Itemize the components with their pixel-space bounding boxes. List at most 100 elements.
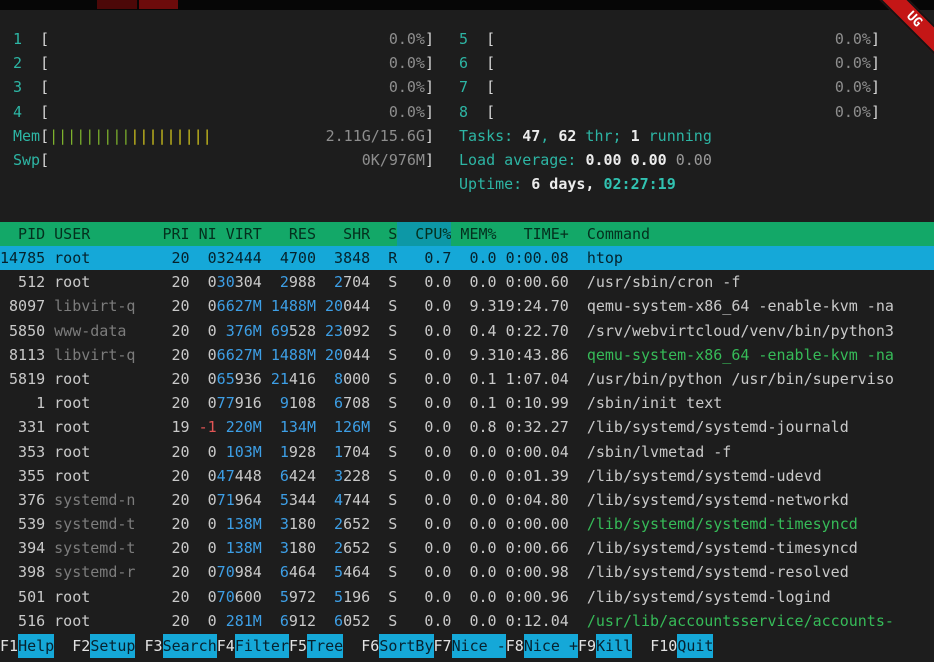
process-row[interactable]: 1root2007791691086708S0.00.10:10.99/sbin… (0, 391, 934, 415)
cell-virt: 220M (217, 415, 262, 439)
cell-s: S (370, 560, 397, 584)
fkey-f6[interactable]: F6SortBy (361, 634, 433, 658)
cell-pri: 20 (135, 343, 189, 367)
fkey-label: Nice + (524, 634, 578, 658)
cell-res: 6912 (262, 609, 316, 633)
column-header-cpu[interactable]: CPU% (397, 222, 451, 246)
cell-mem: 0.0 (451, 488, 496, 512)
cell-res: 5344 (262, 488, 316, 512)
cell-cpu: 0.0 (397, 319, 451, 343)
fkey-f4[interactable]: F4Filter (217, 634, 289, 658)
cell-mem: 0.0 (451, 512, 496, 536)
column-header-ni[interactable]: NI (190, 222, 217, 246)
cell-mem: 0.0 (451, 536, 496, 560)
process-row[interactable]: 516root200281M69126052S0.00.00:12.04/usr… (0, 609, 934, 633)
column-header-res[interactable]: RES (262, 222, 316, 246)
process-row[interactable]: 8113libvirt-q2006627M1488M20044S0.09.310… (0, 343, 934, 367)
cell-command: /lib/systemd/systemd-networkd (587, 488, 934, 512)
process-row[interactable]: 501root2007060059725196S0.00.00:00.96/li… (0, 585, 934, 609)
cell-command: /lib/systemd/systemd-timesyncd (587, 536, 934, 560)
cell-pri: 20 (135, 488, 189, 512)
cell-mem: 0.0 (451, 585, 496, 609)
process-row[interactable]: 394systemd-t200138M31802652S0.00.00:00.6… (0, 536, 934, 560)
process-row[interactable]: 353root200103M19281704S0.00.00:00.04/sbi… (0, 440, 934, 464)
cell-time: 0:00.66 (497, 536, 569, 560)
column-header-mem[interactable]: MEM% (451, 222, 496, 246)
cell-virt: 103M (217, 440, 262, 464)
cell-user: root (54, 367, 135, 391)
cell-user: systemd-t (54, 512, 135, 536)
cpu-meter-7-value: 0.0% (835, 75, 871, 99)
cell-s: S (370, 609, 397, 633)
column-header-pid[interactable]: PID (0, 222, 45, 246)
fkey-f8[interactable]: F8Nice + (506, 634, 578, 658)
cell-user: www-data (54, 319, 135, 343)
process-row[interactable]: 331root19-1220M134M126MS0.00.80:32.27/li… (0, 415, 934, 439)
cpu-meter-4-value: 0.0% (389, 100, 425, 124)
cell-pid: 14785 (0, 246, 45, 270)
fkey-f10[interactable]: F10Quit (650, 634, 731, 658)
cpu-meter-1-label: 1 (13, 27, 40, 51)
column-header-s[interactable]: S (370, 222, 397, 246)
cpu-meter-1: 1[0.0%] (13, 27, 434, 51)
debug-ribbon-box: UG (860, 0, 934, 74)
column-header-virt[interactable]: VIRT (217, 222, 262, 246)
cell-time: 0:00.98 (497, 560, 569, 584)
swp-meter-value: 0K/976M (362, 148, 425, 172)
fkey-label: Search (163, 634, 217, 658)
cell-res: 6424 (262, 464, 316, 488)
process-row[interactable]: 539systemd-t200138M31802652S0.00.00:00.0… (0, 512, 934, 536)
window-top-strip (0, 0, 934, 10)
cpu-meter-6: 6[0.0%] (459, 51, 880, 75)
cell-user: systemd-n (54, 488, 135, 512)
process-row[interactable]: 512root2003030429882704S0.00.00:00.60/us… (0, 270, 934, 294)
fkey-f5[interactable]: F5Tree (289, 634, 361, 658)
process-row[interactable]: 398systemd-r2007098464645464S0.00.00:00.… (0, 560, 934, 584)
cell-time: 19:24.70 (497, 294, 569, 318)
column-header-command[interactable]: Command (587, 222, 934, 246)
cell-pri: 19 (135, 415, 189, 439)
cell-user: libvirt-q (54, 343, 135, 367)
fkey-f2[interactable]: F2Setup (72, 634, 144, 658)
fkey-f9[interactable]: F9Kill (578, 634, 650, 658)
cell-shr: 1704 (316, 440, 370, 464)
cell-shr: 20044 (316, 294, 370, 318)
cell-s: S (370, 512, 397, 536)
table-header: PID USERPRINIVIRTRESSHRSCPU%MEM%TIME+ Comm… (0, 222, 934, 246)
cell-shr: 2652 (316, 512, 370, 536)
cpu-meter-4-label: 4 (13, 100, 40, 124)
column-header-time[interactable]: TIME+ (497, 222, 569, 246)
fkey-f7[interactable]: F7Nice - (434, 634, 506, 658)
cell-res: 3180 (262, 536, 316, 560)
cell-virt: 77916 (217, 391, 262, 415)
cell-command: /lib/systemd/systemd-journald (587, 415, 934, 439)
cell-time: 0:22.70 (497, 319, 569, 343)
cell-cpu: 0.0 (397, 270, 451, 294)
cell-cpu: 0.0 (397, 512, 451, 536)
column-header-pri[interactable]: PRI (135, 222, 189, 246)
process-row[interactable]: 5819root20065936214168000S0.00.11:07.04/… (0, 367, 934, 391)
fkey-f3[interactable]: F3Search (145, 634, 217, 658)
process-row[interactable]: 8097libvirt-q2006627M1488M20044S0.09.319… (0, 294, 934, 318)
cell-pri: 20 (135, 270, 189, 294)
cpu-meter-5: 5[0.0%] (459, 27, 880, 51)
cell-ni: 0 (190, 319, 217, 343)
meters-area: 1[0.0%]2[0.0%]3[0.0%]4[0.0%]Mem[||||||||… (13, 27, 880, 196)
column-header-user[interactable]: USER (54, 222, 135, 246)
process-row[interactable]: 5850www-data200376M6952823092S0.00.40:22… (0, 319, 934, 343)
column-header-shr[interactable]: SHR (316, 222, 370, 246)
cell-pid: 8097 (0, 294, 45, 318)
cell-pri: 20 (135, 440, 189, 464)
process-row[interactable]: 376systemd-n2007196453444744S0.00.00:04.… (0, 488, 934, 512)
process-row[interactable]: 14785root2003244447003848R0.70.00:00.08h… (0, 246, 934, 270)
cell-pri: 20 (135, 391, 189, 415)
cell-pid: 501 (0, 585, 45, 609)
titlebar-fragment-2 (139, 0, 178, 9)
cell-ni: -1 (190, 415, 217, 439)
process-row[interactable]: 355root2004744864243228S0.00.00:01.39/li… (0, 464, 934, 488)
cell-virt: 6627M (217, 294, 262, 318)
cell-time: 0:00.00 (497, 512, 569, 536)
cell-pri: 20 (135, 585, 189, 609)
fkey-f1[interactable]: F1Help (0, 634, 72, 658)
mem-meter-label: Mem (13, 124, 40, 148)
